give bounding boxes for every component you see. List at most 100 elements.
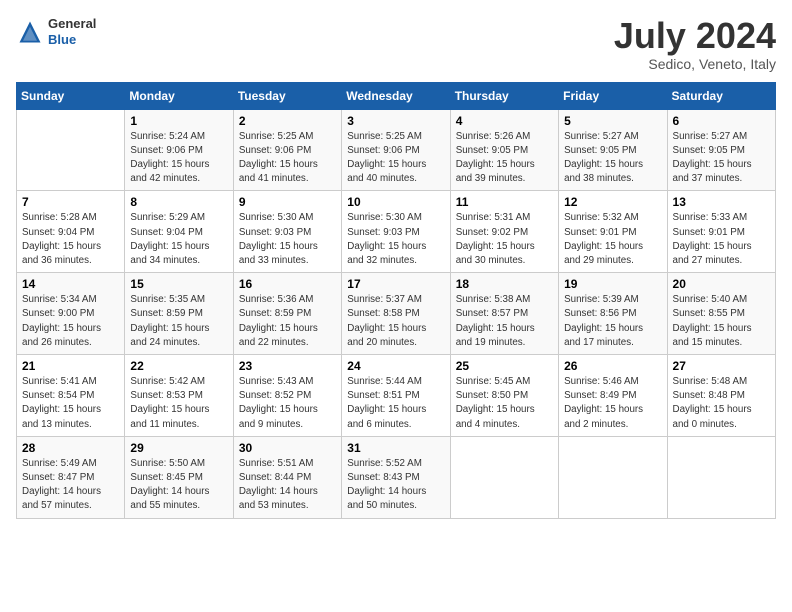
weekday-header-sunday: Sunday — [17, 82, 125, 109]
calendar-cell: 15 Sunrise: 5:35 AMSunset: 8:59 PMDayligh… — [125, 273, 233, 355]
weekday-header-thursday: Thursday — [450, 82, 558, 109]
day-number: 8 — [130, 195, 227, 209]
cell-info: Sunrise: 5:26 AMSunset: 9:05 PMDaylight:… — [456, 130, 553, 187]
cell-info: Sunrise: 5:46 AMSunset: 8:49 PMDaylight:… — [564, 375, 661, 432]
weekday-header-monday: Monday — [125, 82, 233, 109]
calendar-cell: 30Sunrise: 5:51 AMSunset: 8:44 PMDayligh… — [233, 436, 341, 518]
weekday-header-saturday: Saturday — [667, 82, 775, 109]
calendar-cell — [667, 436, 775, 518]
cell-info: Sunrise: 5:42 AMSunset: 8:53 PMDaylight:… — [130, 375, 227, 432]
cell-info: Sunrise: 5:31 AMSunset: 9:02 PMDaylight:… — [456, 211, 553, 268]
cell-info: Sunrise: 5:29 AMSunset: 9:04 PMDaylight:… — [130, 211, 227, 268]
day-number: 10 — [347, 195, 444, 209]
page-header: General Blue July 2024 Sedico, Veneto, I… — [16, 16, 776, 72]
calendar-cell — [450, 436, 558, 518]
cell-info: Sunrise: 5:35 AMSunset: 8:59 PMDaylight:… — [130, 293, 227, 350]
cell-info: Sunrise: 5:27 AMSunset: 9:05 PMDaylight:… — [673, 130, 770, 187]
calendar-cell: 21 Sunrise: 5:41 AMSunset: 8:54 PMDayligh… — [17, 355, 125, 437]
calendar-cell: 14 Sunrise: 5:34 AMSunset: 9:00 PMDayligh… — [17, 273, 125, 355]
logo-text: General Blue — [48, 16, 96, 47]
calendar-cell: 6 Sunrise: 5:27 AMSunset: 9:05 PMDaylight… — [667, 109, 775, 191]
logo: General Blue — [16, 16, 96, 47]
day-number: 14 — [22, 277, 119, 291]
calendar-cell: 18Sunrise: 5:38 AMSunset: 8:57 PMDayligh… — [450, 273, 558, 355]
day-number: 31 — [347, 441, 444, 455]
cell-info: Sunrise: 5:34 AMSunset: 9:00 PMDaylight:… — [22, 293, 119, 350]
cell-info: Sunrise: 5:27 AMSunset: 9:05 PMDaylight:… — [564, 130, 661, 187]
cell-info: Sunrise: 5:51 AMSunset: 8:44 PMDaylight:… — [239, 457, 336, 514]
cell-info: Sunrise: 5:33 AMSunset: 9:01 PMDaylight:… — [673, 211, 770, 268]
day-number: 7 — [22, 195, 119, 209]
day-number: 6 — [673, 114, 770, 128]
day-number: 28 — [22, 441, 119, 455]
day-number: 20 — [673, 277, 770, 291]
day-number: 19 — [564, 277, 661, 291]
calendar-table: SundayMondayTuesdayWednesdayThursdayFrid… — [16, 82, 776, 519]
day-number: 29 — [130, 441, 227, 455]
calendar-cell: 17 Sunrise: 5:37 AMSunset: 8:58 PMDayligh… — [342, 273, 450, 355]
calendar-cell: 26 Sunrise: 5:46 AMSunset: 8:49 PMDayligh… — [559, 355, 667, 437]
calendar-cell: 12 Sunrise: 5:32 AMSunset: 9:01 PMDayligh… — [559, 191, 667, 273]
calendar-cell: 9 Sunrise: 5:30 AMSunset: 9:03 PMDaylight… — [233, 191, 341, 273]
cell-info: Sunrise: 5:38 AMSunset: 8:57 PMDaylight:… — [456, 293, 553, 350]
calendar-cell: 4 Sunrise: 5:26 AMSunset: 9:05 PMDaylight… — [450, 109, 558, 191]
calendar-week-row: 14 Sunrise: 5:34 AMSunset: 9:00 PMDayligh… — [17, 273, 776, 355]
day-number: 17 — [347, 277, 444, 291]
calendar-cell: 28Sunrise: 5:49 AMSunset: 8:47 PMDayligh… — [17, 436, 125, 518]
calendar-week-row: 28Sunrise: 5:49 AMSunset: 8:47 PMDayligh… — [17, 436, 776, 518]
cell-info: Sunrise: 5:45 AMSunset: 8:50 PMDaylight:… — [456, 375, 553, 432]
calendar-cell: 8 Sunrise: 5:29 AMSunset: 9:04 PMDaylight… — [125, 191, 233, 273]
cell-info: Sunrise: 5:25 AMSunset: 9:06 PMDaylight:… — [347, 130, 444, 187]
logo-icon — [16, 18, 44, 46]
cell-info: Sunrise: 5:40 AMSunset: 8:55 PMDaylight:… — [673, 293, 770, 350]
calendar-cell: 27Sunrise: 5:48 AMSunset: 8:48 PMDayligh… — [667, 355, 775, 437]
cell-info: Sunrise: 5:41 AMSunset: 8:54 PMDaylight:… — [22, 375, 119, 432]
calendar-cell: 23Sunrise: 5:43 AMSunset: 8:52 PMDayligh… — [233, 355, 341, 437]
day-number: 9 — [239, 195, 336, 209]
day-number: 15 — [130, 277, 227, 291]
weekday-header-wednesday: Wednesday — [342, 82, 450, 109]
weekday-header-row: SundayMondayTuesdayWednesdayThursdayFrid… — [17, 82, 776, 109]
day-number: 12 — [564, 195, 661, 209]
day-number: 21 — [22, 359, 119, 373]
calendar-cell: 13 Sunrise: 5:33 AMSunset: 9:01 PMDayligh… — [667, 191, 775, 273]
day-number: 24 — [347, 359, 444, 373]
day-number: 13 — [673, 195, 770, 209]
cell-info: Sunrise: 5:30 AMSunset: 9:03 PMDaylight:… — [239, 211, 336, 268]
day-number: 25 — [456, 359, 553, 373]
calendar-cell: 20 Sunrise: 5:40 AMSunset: 8:55 PMDayligh… — [667, 273, 775, 355]
cell-info: Sunrise: 5:44 AMSunset: 8:51 PMDaylight:… — [347, 375, 444, 432]
cell-info: Sunrise: 5:32 AMSunset: 9:01 PMDaylight:… — [564, 211, 661, 268]
day-number: 23 — [239, 359, 336, 373]
day-number: 3 — [347, 114, 444, 128]
logo-general: General — [48, 16, 96, 32]
calendar-cell: 1Sunrise: 5:24 AMSunset: 9:06 PMDaylight… — [125, 109, 233, 191]
title-block: July 2024 Sedico, Veneto, Italy — [614, 16, 776, 72]
month-title: July 2024 — [614, 16, 776, 56]
calendar-cell: 16Sunrise: 5:36 AMSunset: 8:59 PMDayligh… — [233, 273, 341, 355]
calendar-week-row: 1Sunrise: 5:24 AMSunset: 9:06 PMDaylight… — [17, 109, 776, 191]
day-number: 2 — [239, 114, 336, 128]
calendar-cell: 5 Sunrise: 5:27 AMSunset: 9:05 PMDaylight… — [559, 109, 667, 191]
calendar-cell: 31 Sunrise: 5:52 AMSunset: 8:43 PMDayligh… — [342, 436, 450, 518]
calendar-cell: 22Sunrise: 5:42 AMSunset: 8:53 PMDayligh… — [125, 355, 233, 437]
location: Sedico, Veneto, Italy — [614, 56, 776, 72]
day-number: 11 — [456, 195, 553, 209]
logo-blue: Blue — [48, 32, 96, 48]
day-number: 4 — [456, 114, 553, 128]
day-number: 26 — [564, 359, 661, 373]
cell-info: Sunrise: 5:28 AMSunset: 9:04 PMDaylight:… — [22, 211, 119, 268]
day-number: 1 — [130, 114, 227, 128]
weekday-header-friday: Friday — [559, 82, 667, 109]
calendar-cell: 11 Sunrise: 5:31 AMSunset: 9:02 PMDayligh… — [450, 191, 558, 273]
day-number: 5 — [564, 114, 661, 128]
calendar-cell: 24 Sunrise: 5:44 AMSunset: 8:51 PMDayligh… — [342, 355, 450, 437]
calendar-week-row: 21 Sunrise: 5:41 AMSunset: 8:54 PMDayligh… — [17, 355, 776, 437]
day-number: 16 — [239, 277, 336, 291]
calendar-body: 1Sunrise: 5:24 AMSunset: 9:06 PMDaylight… — [17, 109, 776, 518]
cell-info: Sunrise: 5:52 AMSunset: 8:43 PMDaylight:… — [347, 457, 444, 514]
cell-info: Sunrise: 5:48 AMSunset: 8:48 PMDaylight:… — [673, 375, 770, 432]
cell-info: Sunrise: 5:50 AMSunset: 8:45 PMDaylight:… — [130, 457, 227, 514]
calendar-cell — [17, 109, 125, 191]
cell-info: Sunrise: 5:37 AMSunset: 8:58 PMDaylight:… — [347, 293, 444, 350]
